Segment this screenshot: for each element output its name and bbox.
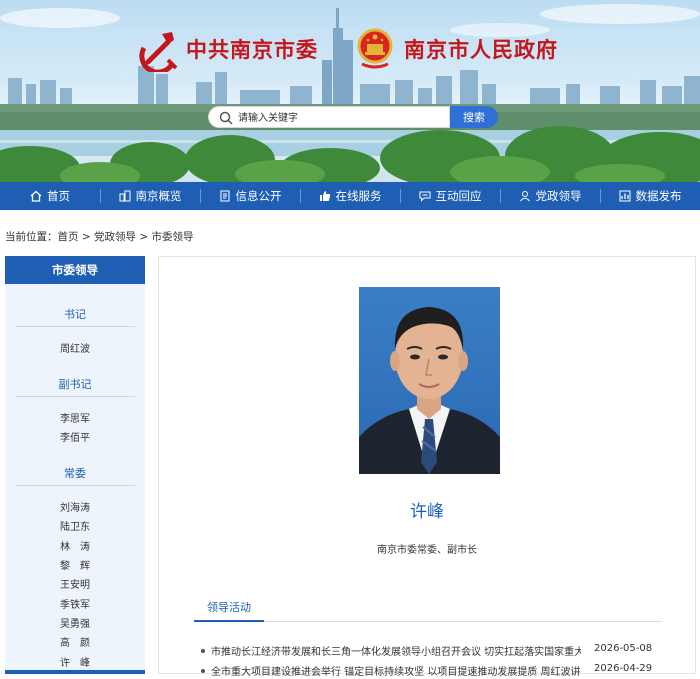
- nav-item-label: 在线服务: [335, 189, 382, 203]
- sidebar-active-indicator: [5, 670, 145, 674]
- nav-item-interaction[interactable]: 互动回应: [400, 182, 500, 210]
- sidebar-leader-link[interactable]: 刘海涛: [5, 499, 145, 514]
- sidebar-leader-link[interactable]: 陆卫东: [5, 518, 145, 533]
- city-icon: [119, 190, 130, 202]
- search-icon: [219, 111, 233, 125]
- sidebar-leader-link[interactable]: 黎 辉: [5, 557, 145, 572]
- header-banner: 中共南京市委 南京市人民政府 搜索: [0, 0, 700, 182]
- sidebar-divider: [15, 396, 135, 397]
- national-emblem-icon: [357, 28, 393, 69]
- search-input[interactable]: [236, 109, 440, 127]
- sidebar-title: 市委领导: [5, 256, 145, 284]
- nav-item-overview[interactable]: 南京概览: [100, 182, 200, 210]
- nav-item-info-disclosure[interactable]: 信息公开: [200, 182, 300, 210]
- nav-item-home[interactable]: 首页: [0, 182, 100, 210]
- sidebar-leader-link[interactable]: 王安明: [5, 576, 145, 591]
- nav-item-leaders[interactable]: 党政领导: [500, 182, 600, 210]
- breadcrumb-link-leaders[interactable]: 党政领导: [94, 231, 136, 243]
- news-title[interactable]: 市推动长江经济带发展和长三角一体化发展领导小组召开会议 切实扛起落实国家重大发.…: [211, 643, 581, 658]
- nav-item-data-release[interactable]: 数据发布: [600, 182, 700, 210]
- nav-item-label: 互动回应: [435, 189, 482, 203]
- document-icon: [220, 190, 229, 202]
- news-title[interactable]: 全市重大项目建设推进会举行 锚定目标持续攻坚 以项目提速推动发展提质 周红波讲.…: [211, 663, 581, 678]
- leader-position: 南京市委常委、副市长: [377, 545, 477, 556]
- chat-icon: [419, 191, 430, 202]
- breadcrumb: 当前位置：首页 > 党政领导 > 市委领导: [5, 229, 193, 244]
- bullet-dot: [201, 669, 205, 673]
- sidebar: 市委领导 书记 周红波 副书记 李思军 李佰平 常委 刘海涛 陆卫东 林 涛 黎…: [5, 256, 145, 674]
- sidebar-leader-link[interactable]: 季铁军: [5, 596, 145, 611]
- news-list-item[interactable]: 全市重大项目建设推进会举行 锚定目标持续攻坚 以项目提速推动发展提质 周红波讲.…: [201, 663, 661, 679]
- nav-item-label: 南京概览: [135, 189, 182, 203]
- sidebar-section-deputy-secretary: 副书记: [58, 378, 92, 391]
- sidebar-section-standing-committee: 常委: [64, 467, 86, 480]
- sidebar-leader-link[interactable]: 李佰平: [5, 429, 145, 444]
- sidebar-divider: [15, 485, 135, 486]
- nav-item-label: 党政领导: [535, 189, 582, 203]
- nav-item-online-service[interactable]: 在线服务: [300, 182, 400, 210]
- party-emblem-icon: [139, 32, 178, 72]
- party-committee-title: 中共南京市委: [186, 37, 318, 62]
- sidebar-leader-link[interactable]: 林 涛: [5, 538, 145, 553]
- leader-name: 许峰: [410, 502, 444, 522]
- sidebar-leader-link[interactable]: 高 颜: [5, 634, 145, 649]
- activity-tab-bar: 领导活动: [194, 593, 662, 622]
- search-box: [208, 106, 450, 128]
- breadcrumb-link-home[interactable]: 首页: [58, 231, 79, 243]
- breadcrumb-current[interactable]: 市委领导: [151, 231, 193, 243]
- sidebar-leader-link-active[interactable]: 许 峰: [5, 654, 145, 669]
- chart-icon: [619, 190, 630, 202]
- header-title-row: 中共南京市委 南京市人民政府: [0, 28, 700, 72]
- news-date: 2026-04-29: [594, 663, 653, 674]
- main-nav: 首页 南京概览 信息公开 在线服务 互动回应 党政领导 数据发布: [0, 182, 700, 210]
- search-button[interactable]: 搜索: [450, 106, 498, 128]
- breadcrumb-separator: >: [78, 231, 94, 243]
- nav-item-label: 数据发布: [635, 189, 682, 203]
- nav-item-label: 首页: [47, 189, 70, 203]
- home-icon: [30, 190, 42, 202]
- thumbs-up-icon: [319, 191, 330, 201]
- breadcrumb-prefix: 当前位置：: [5, 231, 58, 243]
- municipal-government-title: 南京市人民政府: [404, 37, 558, 62]
- leader-portrait-photo: [359, 287, 500, 474]
- news-list-item[interactable]: 市推动长江经济带发展和长三角一体化发展领导小组召开会议 切实扛起落实国家重大发.…: [201, 643, 661, 659]
- sidebar-leader-link[interactable]: 吴勇强: [5, 615, 145, 630]
- bullet-dot: [201, 649, 205, 653]
- tab-leader-activities[interactable]: 领导活动: [194, 593, 264, 622]
- sidebar-leader-link[interactable]: 李思军: [5, 410, 145, 425]
- sidebar-leader-link[interactable]: 周红波: [5, 340, 145, 355]
- leader-profile-panel: 许峰 南京市委常委、副市长 领导活动 市推动长江经济带发展和长三角一体化发展领导…: [158, 256, 696, 678]
- sidebar-divider: [15, 326, 135, 327]
- user-icon: [519, 191, 530, 202]
- breadcrumb-separator: >: [135, 231, 152, 243]
- news-date: 2026-05-08: [594, 643, 653, 654]
- sidebar-section-secretary: 书记: [64, 308, 86, 321]
- nav-item-label: 信息公开: [235, 189, 282, 203]
